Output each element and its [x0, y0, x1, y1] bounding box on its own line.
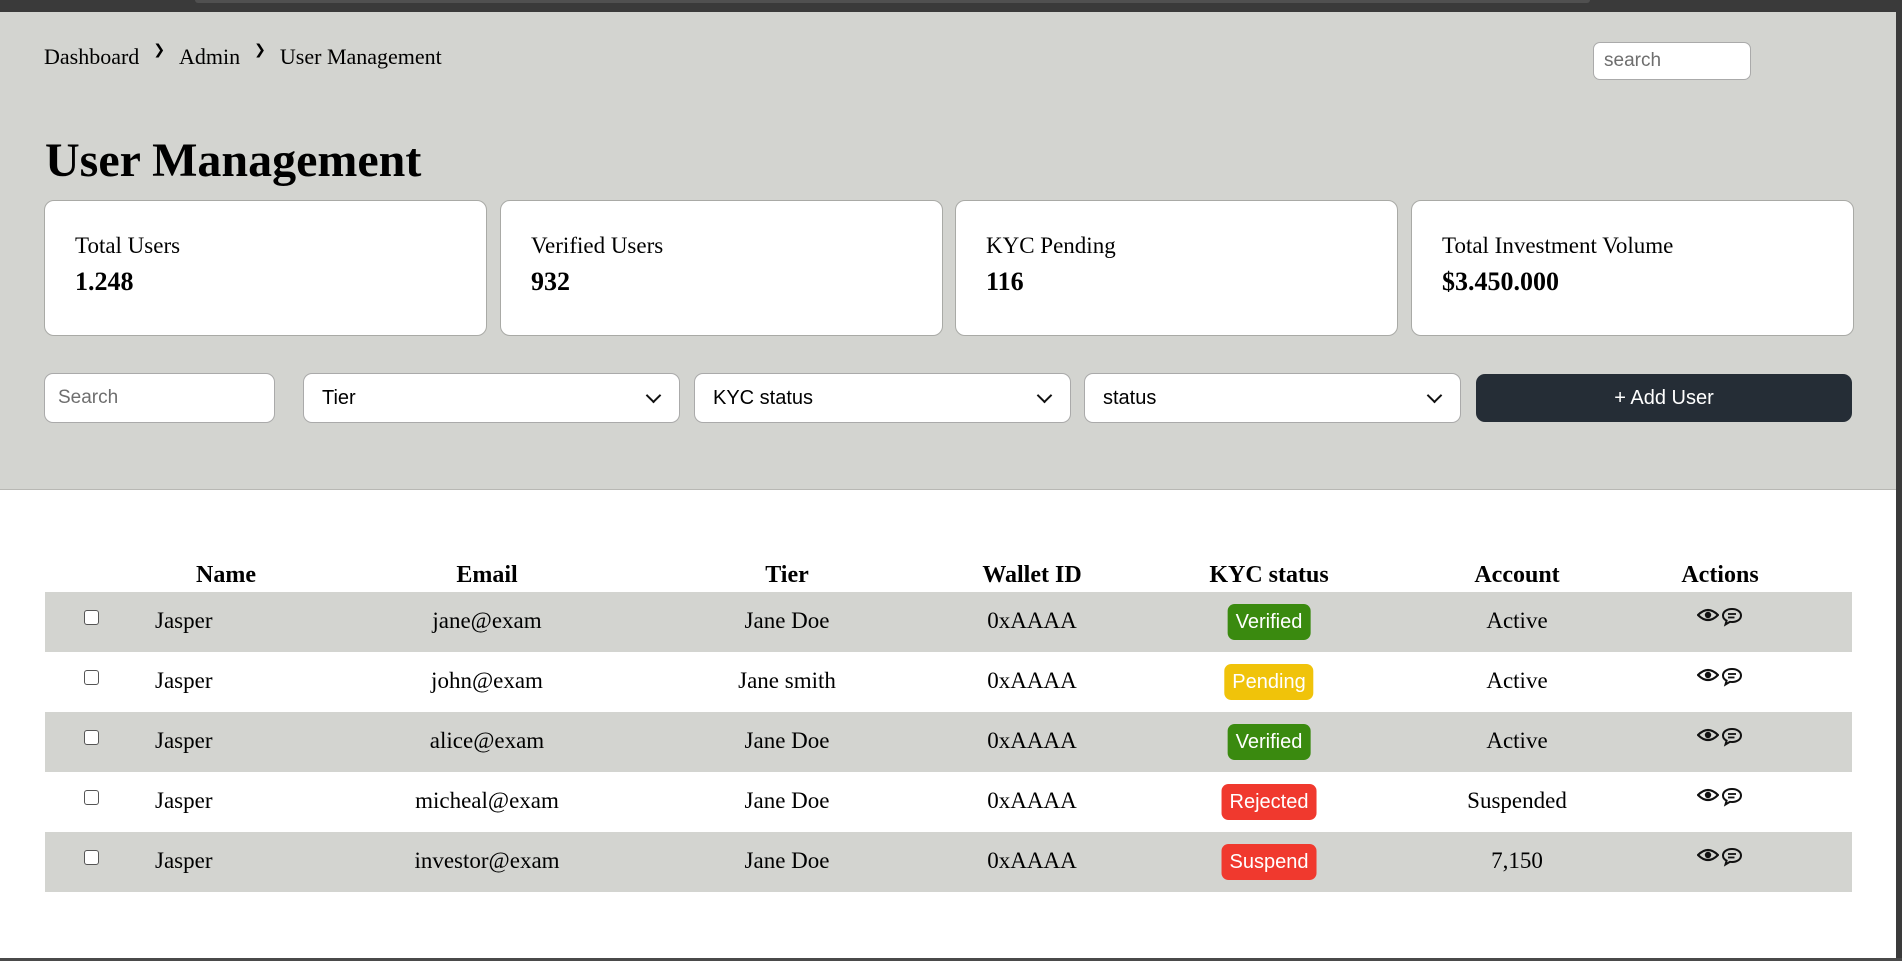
stat-card-verified-users: Verified Users 932	[500, 200, 943, 336]
row-actions	[1697, 607, 1743, 627]
stat-value: $3.450.000	[1442, 267, 1559, 296]
cell-tier: Jane Doe	[744, 728, 830, 753]
kyc-status-badge: Suspend	[1221, 844, 1317, 880]
cell-tier: Jane Doe	[744, 788, 830, 813]
tier-select[interactable]: Tier	[303, 373, 680, 423]
stat-label: KYC Pending	[986, 233, 1116, 258]
cell-wallet-id: 0xAAAA	[987, 608, 1077, 633]
column-header-kyc-status: KYC status	[1209, 562, 1329, 588]
kyc-select-value: KYC status	[713, 386, 814, 409]
table-row: Jasper alice@exam Jane Doe 0xAAAA Verified Ac…	[45, 712, 1852, 772]
column-header-email: Email	[456, 562, 518, 588]
cell-email: micheal@exam	[415, 788, 559, 813]
row-checkbox[interactable]	[84, 670, 99, 685]
stat-label: Total Investment Volume	[1442, 233, 1674, 258]
stat-value: 1.248	[75, 267, 134, 296]
cell-email: alice@exam	[429, 728, 545, 753]
eye-icon[interactable]	[1697, 727, 1719, 747]
add-user-button[interactable]: + Add User	[1476, 374, 1852, 422]
stat-label: Total Users	[75, 233, 181, 258]
breadcrumb-dashboard[interactable]: Dashboard	[44, 44, 139, 70]
stat-card-investment-volume: Total Investment Volume $3.450.000	[1411, 200, 1854, 336]
table-row: Jasper john@exam Jane smith 0xAAAA Pending Ac…	[45, 652, 1852, 712]
chevron-down-icon	[645, 387, 662, 403]
cell-tier: Jane Doe	[744, 608, 830, 633]
table-row: Jasper jane@exam Jane Doe 0xAAAA Verified Act…	[45, 592, 1852, 652]
cell-account: Suspended	[1467, 788, 1567, 813]
page-title: User Management	[45, 134, 422, 187]
window-top-bar	[0, 0, 1902, 12]
column-header-tier: Tier	[765, 562, 809, 588]
cell-wallet-id: 0xAAAA	[987, 728, 1077, 753]
kyc-status-select[interactable]: KYC status	[694, 373, 1071, 423]
table-header: Name Email Tier Wallet ID KYC status Acc…	[45, 560, 1852, 592]
cell-name: Jasper	[155, 668, 213, 693]
cell-account: Active	[1486, 728, 1548, 753]
chevron-down-icon	[1036, 387, 1053, 403]
kyc-status-badge: Pending	[1224, 664, 1314, 700]
cell-name: Jasper	[155, 608, 213, 633]
cell-wallet-id: 0xAAAA	[987, 788, 1077, 813]
row-checkbox[interactable]	[84, 730, 99, 745]
cell-account: Active	[1486, 608, 1548, 633]
cell-tier: Jane smith	[738, 668, 836, 693]
chat-icon[interactable]	[1721, 607, 1743, 627]
cell-email: jane@exam	[432, 608, 542, 633]
column-header-actions: Actions	[1681, 562, 1759, 588]
tier-select-value: Tier	[322, 386, 356, 409]
breadcrumb-admin[interactable]: Admin	[179, 44, 240, 70]
column-header-account: Account	[1474, 562, 1560, 588]
cell-wallet-id: 0xAAAA	[987, 668, 1077, 693]
chat-icon[interactable]	[1721, 727, 1743, 747]
status-select-value: status	[1103, 386, 1157, 409]
row-actions	[1697, 787, 1743, 807]
eye-icon[interactable]	[1697, 607, 1719, 627]
stat-value: 116	[986, 267, 1024, 296]
chat-icon[interactable]	[1721, 667, 1743, 687]
cell-name: Jasper	[155, 788, 213, 813]
table-row: Jasper investor@exam Jane Doe 0xAAAA Suspend…	[45, 832, 1852, 892]
top-search-input[interactable]	[1593, 42, 1751, 80]
chat-icon[interactable]	[1721, 847, 1743, 867]
row-actions	[1697, 727, 1743, 747]
kyc-status-badge: Verified	[1227, 604, 1311, 640]
eye-icon[interactable]	[1697, 787, 1719, 807]
stat-label: Verified Users	[531, 233, 664, 258]
cell-account: 7,150	[1491, 848, 1543, 873]
chevron-down-icon	[1426, 387, 1443, 403]
column-header-name: Name	[196, 562, 256, 588]
row-checkbox[interactable]	[84, 610, 99, 625]
window-right-edge	[1896, 12, 1902, 961]
eye-icon[interactable]	[1697, 847, 1719, 867]
kyc-status-badge: Verified	[1227, 724, 1311, 760]
breadcrumb-current: User Management	[279, 44, 442, 69]
chat-icon[interactable]	[1721, 787, 1743, 807]
column-header-wallet-id: Wallet ID	[982, 562, 1082, 588]
row-checkbox[interactable]	[84, 790, 99, 805]
stat-card-kyc-pending: KYC Pending 116	[955, 200, 1398, 336]
status-select[interactable]: status	[1084, 373, 1461, 423]
chevron-right-icon: ❯	[254, 42, 266, 58]
stat-value: 932	[531, 267, 570, 296]
header-area: Dashboard ❯ Admin ❯ User Management User…	[0, 12, 1896, 490]
kyc-status-badge: Rejected	[1221, 784, 1317, 820]
cell-account: Active	[1486, 668, 1548, 693]
chevron-right-icon: ❯	[153, 42, 166, 58]
row-actions	[1697, 667, 1743, 687]
table-row: Jasper micheal@exam Jane Doe 0xAAAA Rejected…	[45, 772, 1852, 832]
eye-icon[interactable]	[1697, 667, 1719, 687]
breadcrumb: Dashboard ❯ Admin ❯ User Management	[44, 42, 442, 70]
filter-search-input[interactable]	[44, 373, 275, 423]
cell-tier: Jane Doe	[744, 848, 830, 873]
cell-name: Jasper	[155, 728, 213, 753]
cell-wallet-id: 0xAAAA	[987, 848, 1077, 873]
window-top-bar-highlight	[195, 0, 1590, 3]
stat-card-total-users: Total Users 1.248	[44, 200, 487, 336]
cell-email: investor@exam	[414, 848, 560, 873]
row-actions	[1697, 847, 1743, 867]
cell-name: Jasper	[155, 848, 213, 873]
row-checkbox[interactable]	[84, 850, 99, 865]
cell-email: john@exam	[431, 668, 543, 693]
